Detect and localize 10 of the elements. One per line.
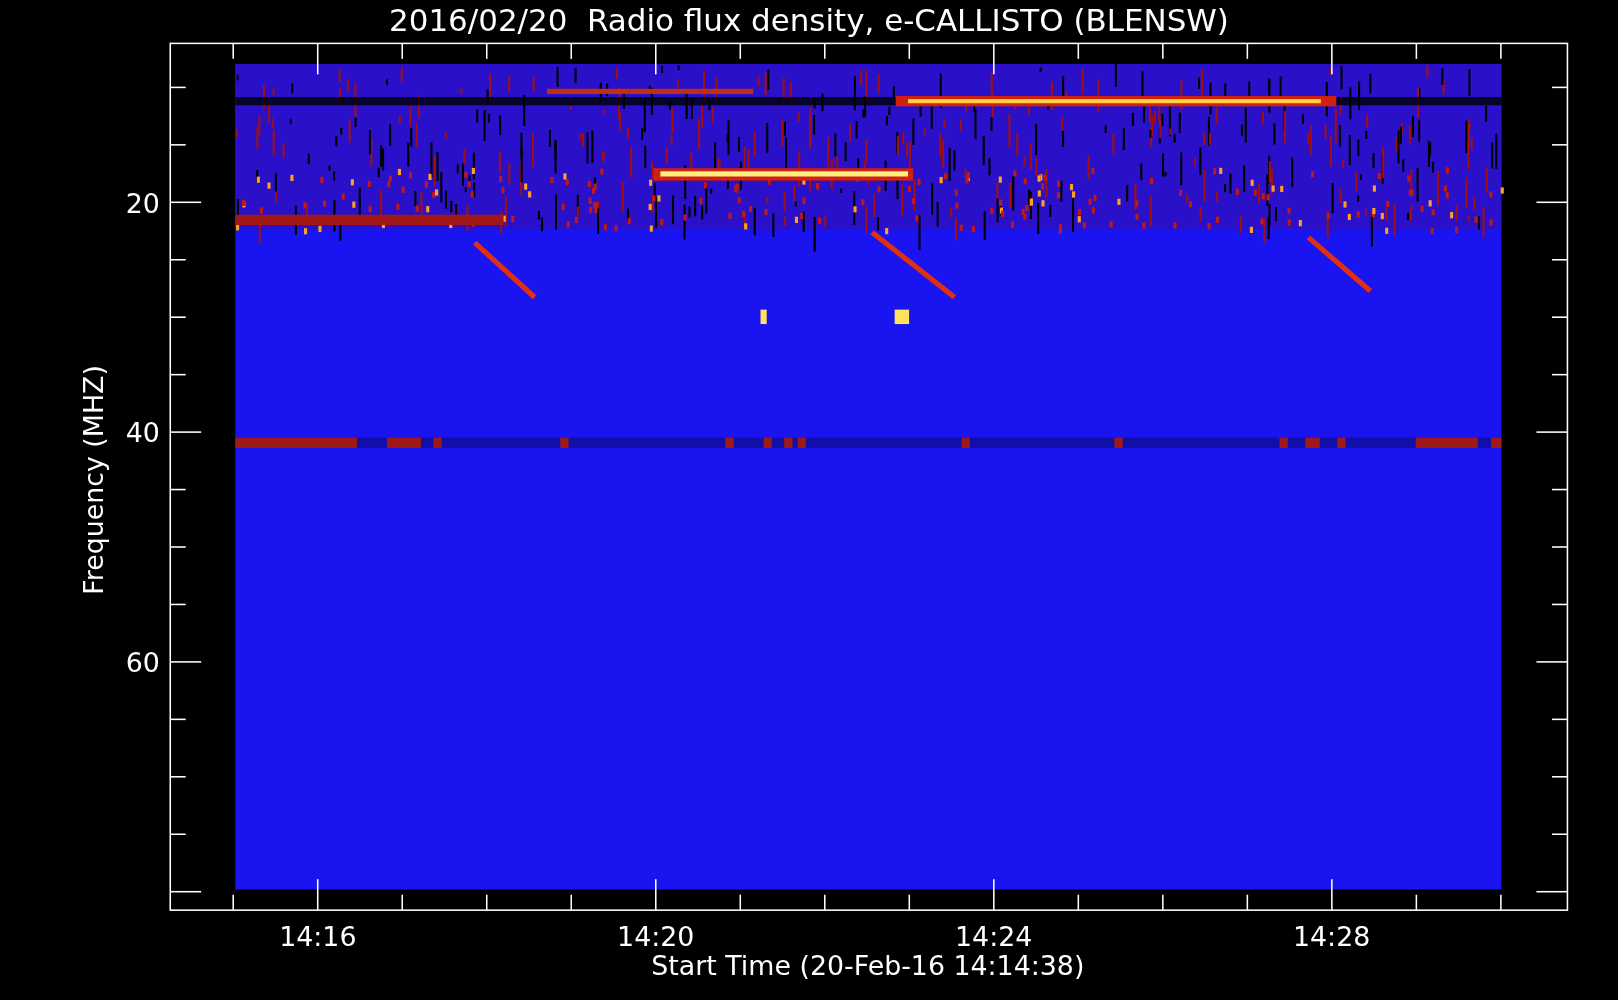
y-tick-label: 20 (125, 187, 160, 219)
y-tick-label: 60 (125, 647, 160, 679)
x-tick-label: 14:20 (617, 921, 695, 953)
x-axis-label: Start Time (20-Feb-16 14:14:38) (651, 950, 1085, 982)
y-axis-label: Frequency (MHZ) (78, 365, 110, 595)
chart-title: 2016/02/20 Radio flux density, e-CALLISTO (BLENSW) (389, 2, 1229, 38)
x-tick-label: 14:28 (1293, 921, 1371, 953)
x-tick-label: 14:24 (955, 921, 1033, 953)
x-tick-label: 14:16 (279, 921, 357, 953)
y-tick-label: 40 (125, 417, 160, 449)
